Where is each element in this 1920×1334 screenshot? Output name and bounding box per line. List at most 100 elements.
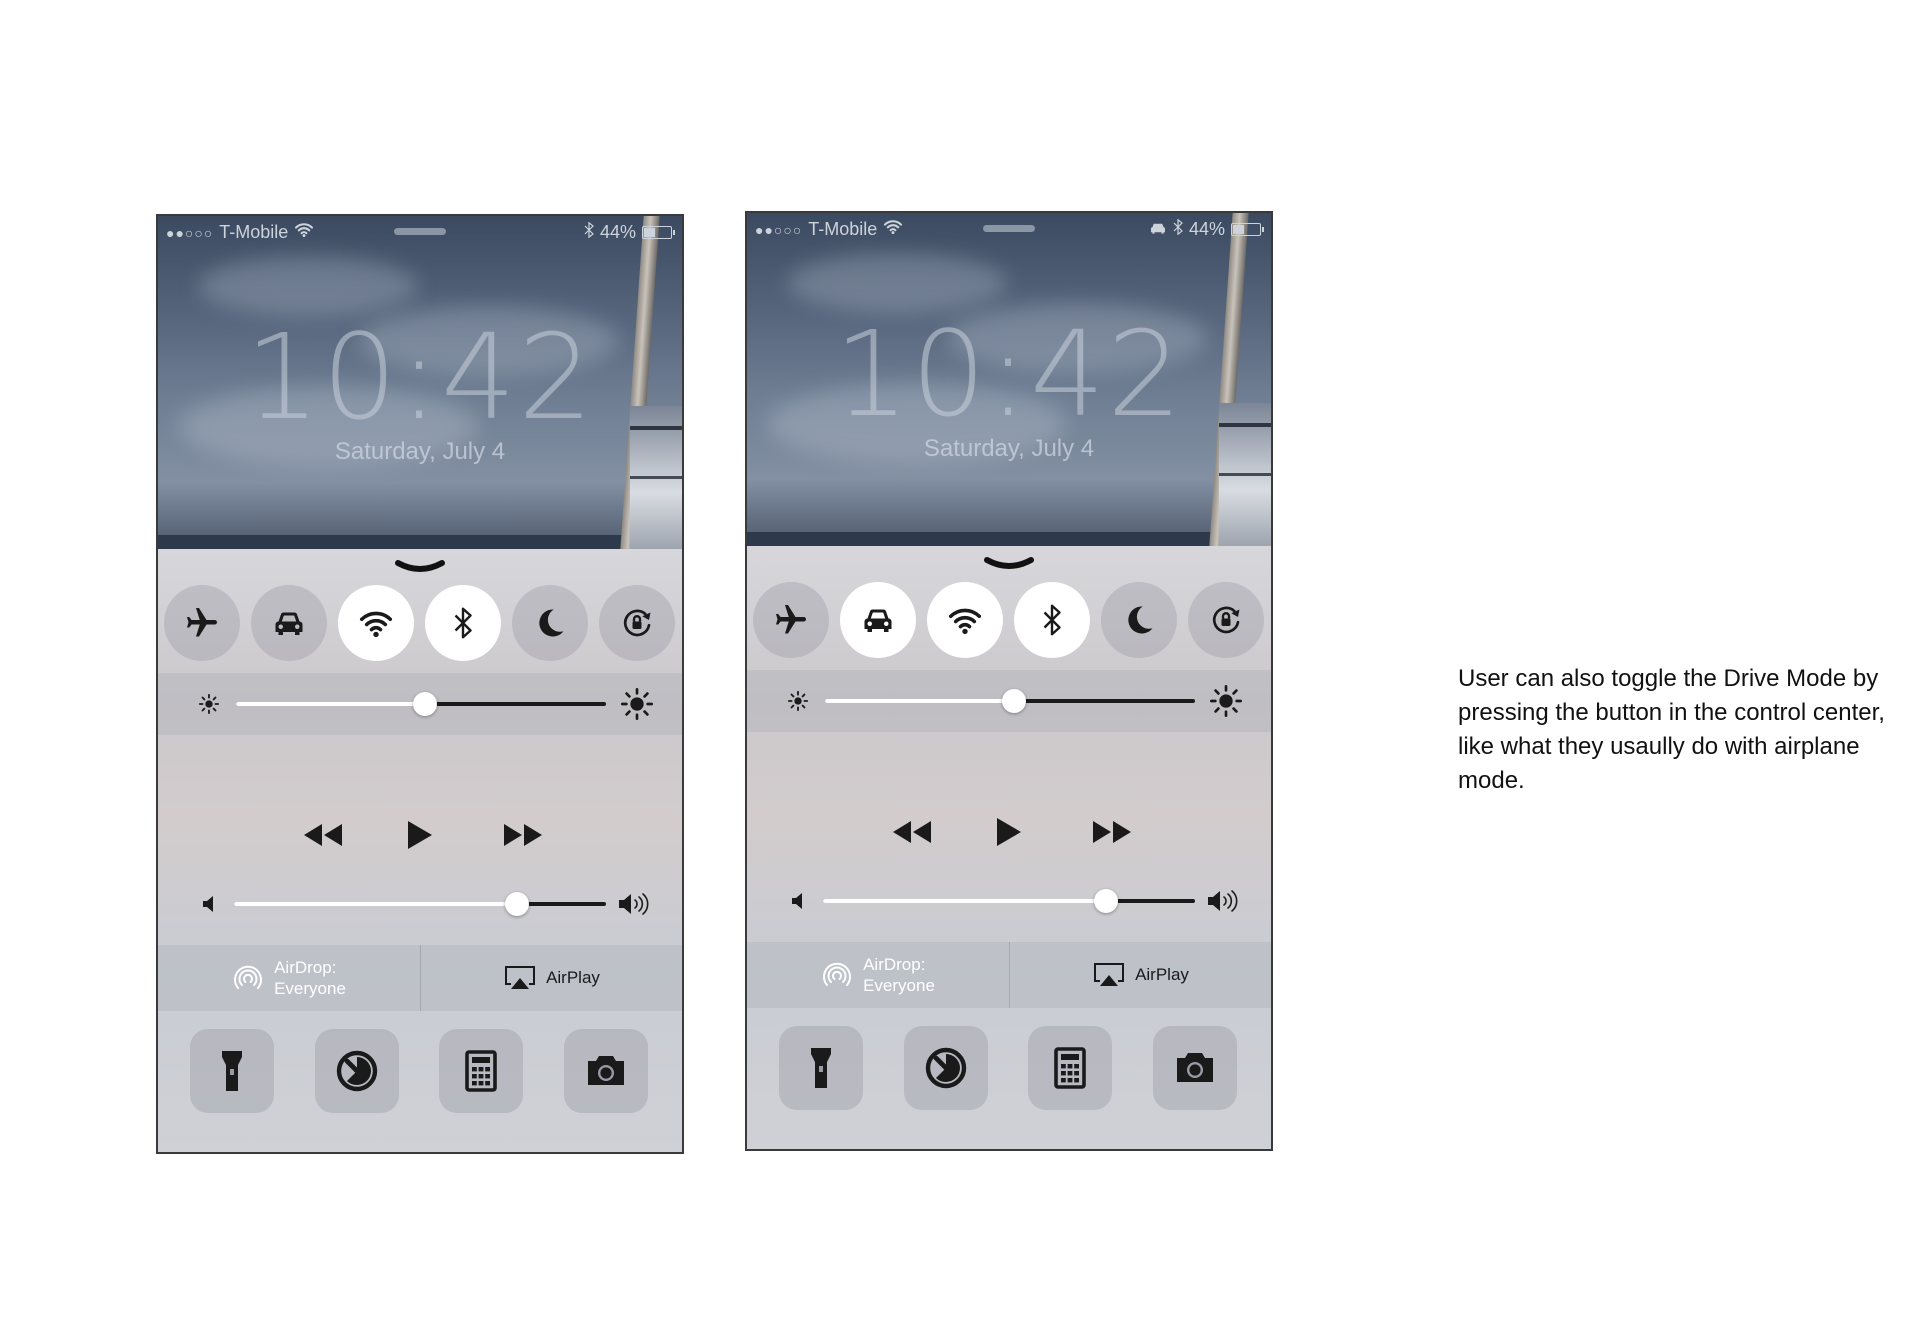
airplane-mode-toggle[interactable] [753, 582, 829, 658]
quick-toggles [753, 582, 1264, 662]
brightness-low-icon [198, 693, 220, 715]
camera-icon [582, 1047, 630, 1095]
airplane-mode-toggle[interactable] [164, 585, 240, 661]
airdrop-label: AirDrop: [274, 958, 337, 977]
media-controls [747, 732, 1271, 942]
carrier-name: T-Mobile [808, 219, 878, 239]
timer-button[interactable] [315, 1029, 399, 1113]
camera-button[interactable] [564, 1029, 648, 1113]
airdrop-setting: Everyone [863, 976, 935, 995]
moon-icon [1121, 602, 1157, 638]
calculator-button[interactable] [1028, 1026, 1112, 1110]
phone-screen-drive-mode-on: ●●○○○ T-Mobile 44% 10:42 Saturday, July 4 Air… [745, 211, 1273, 1151]
camera-button[interactable] [1153, 1026, 1237, 1110]
airplay-label: AirPlay [1135, 965, 1189, 984]
do-not-disturb-toggle[interactable] [1101, 582, 1177, 658]
wifi-status-icon [883, 219, 903, 240]
brightness-slider-thumb[interactable] [1001, 689, 1026, 713]
airdrop-icon [823, 962, 852, 986]
rewind-button[interactable] [298, 815, 348, 855]
rotation-lock-icon [1208, 602, 1244, 638]
lock-screen-time: 10:42 [833, 305, 1185, 443]
wifi-toggle[interactable] [338, 585, 414, 661]
brightness-slider[interactable] [825, 689, 1195, 713]
bluetooth-toggle[interactable] [1014, 582, 1090, 658]
wifi-toggle[interactable] [927, 582, 1003, 658]
drive-mode-status-icon [1149, 219, 1167, 240]
flashlight-icon [797, 1044, 845, 1092]
control-center: AirDrop: Everyone AirPlay [158, 549, 682, 1152]
airdrop-button[interactable]: AirDrop: Everyone [747, 942, 1009, 1008]
volume-slider[interactable] [823, 889, 1195, 913]
status-bar: ●●○○○ T-Mobile 44% [747, 213, 1271, 243]
bluetooth-icon [445, 605, 481, 641]
car-icon [271, 605, 307, 641]
airplay-button[interactable]: AirPlay [1010, 942, 1271, 1008]
brightness-slider-thumb[interactable] [412, 692, 437, 716]
airplay-icon [505, 966, 536, 989]
battery-percent: 44% [599, 222, 636, 242]
camera-icon [1171, 1044, 1219, 1092]
volume-slider-thumb[interactable] [1093, 889, 1118, 913]
volume-high-icon [1208, 890, 1238, 912]
notification-grabber[interactable] [983, 225, 1035, 232]
wifi-icon [947, 602, 983, 638]
phone-screen-default: ●●○○○ T-Mobile 44% 10:42 Saturday, July 4 Air… [156, 214, 684, 1154]
calculator-button[interactable] [439, 1029, 523, 1113]
fast-forward-icon [504, 824, 542, 846]
rotation-lock-toggle[interactable] [599, 585, 675, 661]
lock-screen-date: Saturday, July 4 [334, 438, 506, 465]
notification-grabber[interactable] [394, 228, 446, 235]
fast-forward-button[interactable] [1087, 812, 1137, 852]
volume-high-icon [619, 893, 649, 915]
app-shortcuts [747, 1026, 1271, 1116]
bluetooth-toggle[interactable] [425, 585, 501, 661]
play-button[interactable] [398, 815, 442, 855]
signal-strength-icon: ●●○○○ [166, 224, 214, 241]
battery-icon [1231, 223, 1264, 236]
airplay-button[interactable]: AirPlay [421, 945, 682, 1011]
airdrop-button[interactable]: AirDrop: Everyone [158, 945, 420, 1011]
airdrop-setting: Everyone [274, 979, 346, 998]
do-not-disturb-toggle[interactable] [512, 585, 588, 661]
fast-forward-button[interactable] [498, 815, 548, 855]
timer-button[interactable] [904, 1026, 988, 1110]
brightness-low-icon [787, 690, 809, 712]
play-icon [997, 818, 1021, 846]
airplane-icon [773, 602, 809, 638]
bluetooth-status-icon [584, 221, 594, 243]
quick-toggles [164, 585, 675, 665]
flashlight-icon [208, 1047, 256, 1095]
wifi-icon [358, 605, 394, 641]
drive-mode-toggle[interactable] [840, 582, 916, 658]
status-bar: ●●○○○ T-Mobile 44% [158, 216, 682, 246]
rewind-button[interactable] [887, 812, 937, 852]
play-icon [408, 821, 432, 849]
timer-icon [922, 1044, 970, 1092]
control-center: AirDrop: Everyone AirPlay [747, 546, 1271, 1149]
moon-icon [532, 605, 568, 641]
play-button[interactable] [987, 812, 1031, 852]
volume-slider-thumb[interactable] [504, 892, 529, 916]
brightness-row [158, 673, 682, 735]
lock-screen-wallpaper: ●●○○○ T-Mobile 44% 10:42 Saturday, July 4 [747, 213, 1271, 546]
flashlight-button[interactable] [190, 1029, 274, 1113]
bluetooth-status-icon [1173, 218, 1183, 240]
flashlight-button[interactable] [779, 1026, 863, 1110]
annotation-text: User can also toggle the Drive Mode by p… [1458, 665, 1885, 794]
airplay-icon [1094, 963, 1125, 986]
volume-slider[interactable] [234, 892, 606, 916]
drive-mode-toggle[interactable] [251, 585, 327, 661]
rotation-lock-toggle[interactable] [1188, 582, 1264, 658]
rewind-icon [893, 821, 931, 843]
battery-icon [642, 226, 675, 239]
control-center-handle-icon[interactable] [983, 556, 1035, 572]
signal-strength-icon: ●●○○○ [755, 221, 803, 238]
sharing-row: AirDrop: Everyone AirPlay [747, 942, 1271, 1008]
battery-percent: 44% [1188, 219, 1225, 239]
brightness-slider[interactable] [236, 692, 606, 716]
brightness-row [747, 670, 1271, 732]
control-center-handle-icon[interactable] [394, 559, 446, 575]
brightness-high-icon [1210, 685, 1242, 717]
carrier-name: T-Mobile [219, 222, 289, 242]
